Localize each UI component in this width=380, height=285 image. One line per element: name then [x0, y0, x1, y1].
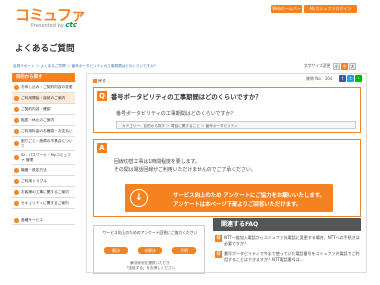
sidebar-item[interactable]: › 各種サービス	[12, 215, 75, 225]
breadcrumb[interactable]: 会員サポート ＞ よくあるご質問 ＞ 番号ポータビリティの工事期間はどのくらいで…	[13, 64, 157, 69]
sidebar-item-label: ご利用開始・接続のご案内	[21, 95, 66, 100]
sidebar-item[interactable]: › ご契約内容・確認	[12, 104, 75, 115]
survey-unresolved-button[interactable]: 未解決	[138, 247, 162, 254]
web-homepage-button[interactable]: Webホームページ	[271, 5, 302, 19]
sidebar-item[interactable]: › セキュリティに関するご案内	[12, 198, 75, 209]
sidebar-item-label: お客様の工事に関するご案内	[21, 189, 69, 194]
sidebar-item-label: ご利用トラブル	[21, 178, 47, 183]
sidebar-item-label: ID・パスワード・Myコミュファ 管理	[21, 153, 71, 162]
question-category[interactable]: カテゴリー：目的から探す ＞ 電話に関すること ＞ 番号ポータビリティ	[116, 121, 356, 129]
related-faq-item[interactable]: Q NTT一般加入電話からコミュファ光電話に変更する場合、NTTへの手続きは必要で…	[213, 235, 361, 246]
answer-mark-icon: A	[97, 143, 107, 153]
answer-line: 回線切替工事は1時間程度を要します。	[114, 159, 200, 165]
survey-title: サービス向上のためのアンケート回答にご協力ください	[102, 230, 198, 235]
related-faq-text: NTT一般加入電話からコミュファ光電話に変更する場合、NTTへの手続きは必要です…	[224, 235, 360, 246]
twitter-share-icon[interactable]: t	[347, 75, 354, 82]
font-size-medium-button[interactable]: 中	[341, 63, 348, 70]
font-size-large-button[interactable]: 大	[349, 63, 356, 70]
line-share-icon[interactable]: L	[355, 75, 362, 82]
answer-box: A 回線切替工事は1時間程度を要します。 その間は電話回線がご利用いただけません…	[93, 139, 361, 217]
question-number: 質問 No：164	[306, 76, 333, 81]
chevron-right-icon: ›	[14, 167, 19, 173]
font-size-small-button[interactable]: 小	[333, 63, 340, 70]
survey-unknown-button[interactable]: 不明	[172, 247, 196, 254]
sidebar-item-label: ご契約内容・確認	[21, 106, 51, 111]
survey-note: 解決状況を選択いただき 「送信する」をお押しください	[94, 261, 206, 271]
sidebar-item[interactable]: › ご利用トラブル	[12, 176, 75, 187]
survey-resolved-button[interactable]: 解決	[104, 247, 128, 254]
survey-banner-line2: アンケートは本ページ下部よりご回答いただけます。	[173, 202, 302, 208]
survey-note-line: 「送信する」をお押しください	[124, 266, 176, 270]
back-label: 戻る	[98, 78, 106, 83]
down-arrow-icon: ↓	[130, 189, 148, 207]
survey-banner-line1: サービス向上のため アンケートにご協力をお願いいたします。	[173, 193, 325, 199]
utility-bar: 会員サポート ＞ よくあるご質問 ＞ 番号ポータビリティの工事期間はどのくらいで…	[0, 63, 380, 70]
sidebar-item-label: セキュリティに関するご案内	[21, 200, 69, 205]
chevron-right-icon: ›	[14, 155, 19, 160]
sidebar-item-label: ご利用料金のお確認・お支払い	[21, 128, 73, 133]
question-subtitle: 番号ポータビリティの工事期間はどのくらいですか？	[116, 111, 236, 117]
logo-subtext: Presented by ctc	[31, 21, 77, 30]
page-title: よくあるご質問	[15, 44, 75, 54]
sidebar-item[interactable]: › ご利用開始・接続のご案内	[12, 93, 75, 104]
chevron-right-icon: ›	[14, 200, 19, 206]
chevron-left-icon: ‹	[93, 79, 97, 83]
sidebar: 目的から探す › お申し込み・ご契約内容の変更 › ご利用開始・接続のご案内 › ご契…	[12, 73, 75, 209]
chevron-right-icon: ›	[14, 217, 19, 223]
question-box: Q 番号ポータビリティの工事期間はどのくらいですか？ 番号ポータビリティの工事期…	[93, 87, 361, 133]
sidebar-item[interactable]: › お客様の工事に関するご案内	[12, 187, 75, 198]
sidebar-item-label: 転居・休止のご案内	[21, 117, 55, 122]
sidebar-item[interactable]: › ID・パスワード・Myコミュファ 管理	[12, 151, 75, 165]
sidebar-item-label: 各種サービス	[21, 218, 44, 222]
related-faq-heading: 関連するFAQ	[213, 218, 361, 231]
facebook-share-icon[interactable]: f	[339, 75, 346, 82]
sidebar-item[interactable]: › 困りごと・故障の不具合について	[12, 137, 75, 151]
logo-presented-by: Presented by	[31, 23, 64, 29]
sidebar-item-label: 機器・設定方法	[21, 167, 47, 172]
chevron-right-icon: ›	[14, 128, 19, 134]
sidebar-heading: 目的から探す	[12, 73, 75, 82]
font-size-label: 文字サイズ変更	[304, 63, 331, 68]
sidebar-item[interactable]: › 機器・設定方法	[12, 165, 75, 176]
question-mark-icon: Q	[215, 251, 222, 258]
logo-brand: ctc	[65, 21, 77, 29]
sidebar-item-label: お申し込み・ご契約内容の変更	[21, 84, 73, 89]
chevron-right-icon: ›	[14, 84, 19, 90]
back-link[interactable]: ‹ 戻る	[93, 78, 106, 84]
sidebar-item[interactable]: › ご利用料金のお確認・お支払い	[12, 126, 75, 137]
site-header: コミュファ Presented by ctc Webホームページ Myコミュファ…	[0, 0, 380, 36]
my-commufa-login-button[interactable]: Myコミュファログイン	[304, 5, 357, 13]
chevron-right-icon: ›	[14, 117, 19, 123]
sidebar-item[interactable]: › 転居・休止のご案内	[12, 115, 75, 126]
sidebar-item-label: 困りごと・故障の不具合について	[21, 139, 73, 148]
chevron-right-icon: ›	[14, 106, 19, 112]
answer-text: 回線切替工事は1時間程度を要します。 その間は電話回線がご利用いただけませんので…	[114, 158, 256, 174]
survey-banner[interactable]: ↓ サービス向上のため アンケートにご協力をお願いいたします。 アンケートは本ペ…	[125, 184, 333, 212]
chevron-right-icon: ›	[14, 95, 19, 101]
commufa-logo[interactable]: コミュファ Presented by ctc	[15, 7, 86, 30]
chevron-right-icon: ›	[14, 178, 19, 184]
survey-box: サービス向上のためのアンケート回答にご協力ください 解決 未解決 不明 解決状況…	[93, 225, 205, 274]
question-title: 番号ポータビリティの工事期間はどのくらいですか？	[111, 94, 262, 101]
faq-detail-panel: ‹ 戻る 質問 No：164 f t L Q 番号ポータビリティの工事期間はどのく…	[86, 73, 367, 274]
question-mark-icon: Q	[97, 91, 107, 101]
related-faq-text: 番号ポータビリティで今まで使っていた電話番号をコミュファ光電話でご利用することは…	[224, 251, 360, 262]
related-faq: 関連するFAQ Q NTT一般加入電話からコミュファ光電話に変更する場合、NTTへ…	[213, 218, 361, 274]
sidebar-item[interactable]: › お申し込み・ご契約内容の変更	[12, 82, 75, 93]
question-mark-icon: Q	[215, 235, 222, 242]
answer-line: その間は電話回線がご利用いただけませんのでご了承ください。	[114, 167, 256, 173]
related-faq-item[interactable]: Q 番号ポータビリティで今まで使っていた電話番号をコミュファ光電話でご利用すること…	[213, 251, 361, 262]
chevron-right-icon: ›	[14, 189, 19, 195]
chevron-right-icon: ›	[14, 141, 19, 146]
